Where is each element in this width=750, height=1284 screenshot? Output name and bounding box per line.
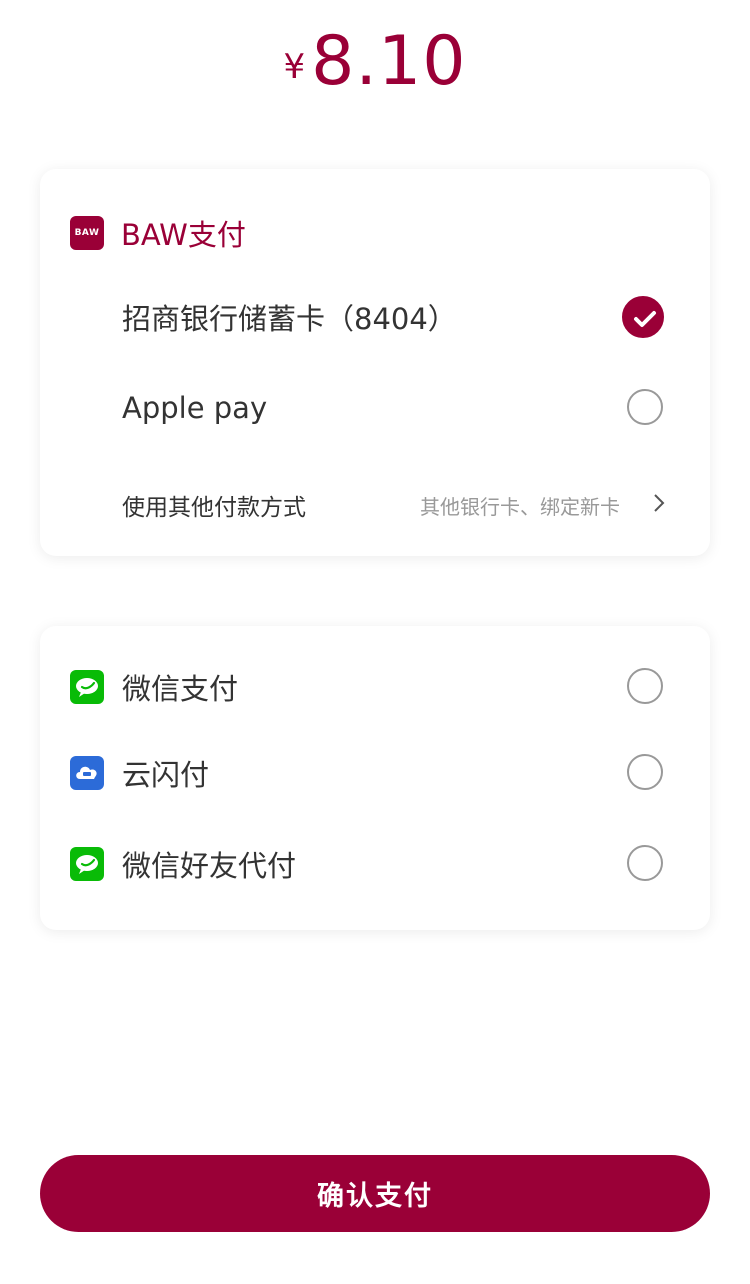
radio-unchecked-icon[interactable] [627,389,663,425]
third-party-payment-card: 微信支付 云闪付 微信好友代付 [40,626,710,930]
option-label: Apple pay [122,391,268,425]
payment-amount: ¥8.10 [0,22,750,101]
other-payment-methods[interactable]: 使用其他付款方式 其他银行卡、绑定新卡 [40,485,710,525]
baw-payment-card: BAW BAW支付 招商银行储蓄卡（8404） Apple pay 使用其他付款… [40,169,710,556]
wechat-icon [70,847,104,881]
option-wechat-friend-pay[interactable]: 微信好友代付 [40,843,710,885]
other-methods-hint: 其他银行卡、绑定新卡 [420,494,620,519]
chevron-right-icon [652,492,666,518]
radio-unchecked-icon[interactable] [627,668,663,704]
confirm-payment-button[interactable]: 确认支付 [40,1155,710,1232]
option-label: 招商银行储蓄卡（8404） [122,302,457,336]
option-cmb-debit-card[interactable]: 招商银行储蓄卡（8404） [40,294,710,340]
baw-title: BAW支付 [121,218,246,252]
option-wechat-pay[interactable]: 微信支付 [40,666,710,708]
currency-symbol: ¥ [283,47,306,87]
baw-logo-icon: BAW [70,216,104,250]
other-methods-label: 使用其他付款方式 [122,495,306,521]
radio-checked-icon[interactable] [622,296,664,338]
radio-unchecked-icon[interactable] [627,845,663,881]
baw-header: BAW BAW支付 [70,212,246,254]
option-label: 云闪付 [122,758,210,792]
wechat-icon [70,670,104,704]
option-apple-pay[interactable]: Apple pay [40,386,710,430]
amount-value: 8.10 [311,22,467,101]
option-label: 微信好友代付 [122,849,297,883]
option-label: 微信支付 [122,672,239,706]
unionpay-cloud-icon [70,756,104,790]
option-yunshanfu[interactable]: 云闪付 [40,752,710,794]
radio-unchecked-icon[interactable] [627,754,663,790]
